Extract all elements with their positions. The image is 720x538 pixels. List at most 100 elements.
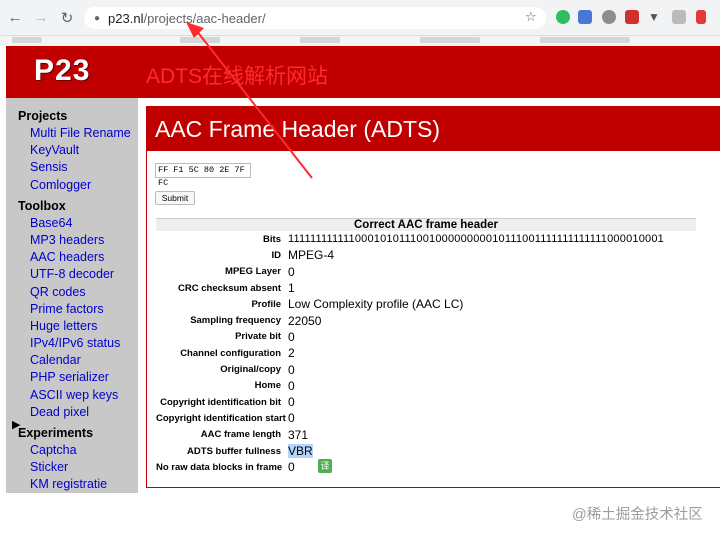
sidebar-item-comlogger[interactable]: Comlogger: [6, 177, 138, 194]
sidebar-heading-projects: Projects: [18, 109, 68, 123]
row-label: Profile: [251, 298, 281, 310]
sidebar-item-multi-file-rename[interactable]: Multi File Rename: [6, 125, 138, 142]
row-value: 371: [288, 427, 309, 442]
bookmark-item[interactable]: [300, 37, 340, 43]
row-value: VBR: [288, 444, 313, 458]
table-row-original-copy: Original/copy 0: [156, 361, 696, 377]
annotation-text: ADTS在线解析网站: [146, 65, 329, 88]
row-label: Original/copy: [220, 364, 281, 376]
title-bar: AAC Frame Header (ADTS): [147, 107, 720, 151]
bookmark-item[interactable]: [540, 37, 630, 43]
bookmarks-bar: [0, 36, 720, 46]
sidebar-item-ascii-wep-keys[interactable]: ASCII wep keys: [6, 387, 138, 404]
fe-extension-icon[interactable]: [625, 10, 639, 24]
lock-icon: ●: [94, 12, 101, 24]
row-value: 1: [288, 281, 295, 296]
page-title: AAC Frame Header (ADTS): [155, 116, 441, 142]
table-row-bits: Bits 111111111111000101011100100000000010…: [156, 231, 696, 247]
site-header: P23: [6, 46, 720, 98]
row-value: 22050: [288, 313, 322, 328]
url-path: /projects/aac-header/: [143, 10, 266, 26]
table-row-home: Home 0: [156, 378, 696, 394]
translate-extension-icon[interactable]: [578, 10, 592, 24]
site-logo[interactable]: P23: [34, 54, 90, 88]
row-label: MPEG Layer: [225, 266, 281, 278]
bookmark-item[interactable]: [180, 37, 220, 43]
table-row-private-bit: Private bit 0: [156, 329, 696, 345]
sidebar-item-aac-headers[interactable]: AAC headers: [6, 249, 138, 266]
bookmark-item[interactable]: [12, 37, 42, 43]
watermark: @稀土掘金技术社区: [572, 507, 703, 523]
table-row-copyright-id-bit: Copyright identification bit 0: [156, 394, 696, 410]
sidebar-item-utf8-decoder[interactable]: UTF-8 decoder: [6, 266, 138, 283]
sidebar-item-qr-codes[interactable]: QR codes: [6, 284, 138, 301]
sidebar: Projects Multi File Rename KeyVault Sens…: [6, 98, 138, 493]
sidebar-item-php-serializer[interactable]: PHP serializer: [6, 369, 138, 386]
submit-button[interactable]: Submit: [155, 191, 195, 205]
main-content: AAC Frame Header (ADTS) FF F1 5C 80 2E 7…: [146, 106, 720, 488]
table-row-adts-buffer-fullness: ADTS buffer fullness VBR: [156, 443, 696, 459]
sidebar-heading-toolbox: Toolbox: [18, 198, 66, 213]
row-label: ID: [271, 249, 282, 261]
row-label: ADTS buffer fullness: [187, 445, 281, 457]
row-value: MPEG-4: [288, 248, 335, 263]
sidebar-item-prime-factors[interactable]: Prime factors: [6, 301, 138, 318]
sidebar-item-ipv4-ipv6-status[interactable]: IPv4/IPv6 status: [6, 335, 138, 352]
row-label: CRC checksum absent: [178, 282, 281, 294]
sidebar-item-sticker[interactable]: Sticker: [6, 459, 138, 476]
sidebar-item-keyvault[interactable]: KeyVault: [6, 142, 138, 159]
sidebar-item-km-registratie[interactable]: KM registratie: [6, 476, 138, 493]
row-label: Bits: [263, 233, 281, 245]
row-value: 0: [288, 378, 295, 393]
evernote-extension-icon[interactable]: [556, 10, 570, 24]
row-label: Sampling frequency: [190, 315, 281, 327]
sidebar-item-sensis[interactable]: Sensis: [6, 159, 138, 176]
row-label: AAC frame length: [200, 429, 281, 441]
row-value: Low Complexity profile (AAC LC): [288, 297, 464, 312]
row-value: 0: [288, 395, 295, 410]
table-row-id: ID MPEG-4: [156, 247, 696, 263]
table-row-sampling-frequency: Sampling frequency 22050: [156, 312, 696, 328]
table-row-crc: CRC checksum absent 1: [156, 280, 696, 296]
filter-extension-icon[interactable]: [672, 10, 686, 24]
row-value: 0: [288, 329, 295, 344]
table-row-channel-configuration: Channel configuration 2: [156, 345, 696, 361]
row-value: 0: [288, 411, 295, 426]
user-extension-icon[interactable]: [602, 10, 616, 24]
sidebar-item-huge-letters[interactable]: Huge letters: [6, 318, 138, 335]
translate-badge-icon[interactable]: 译: [318, 459, 332, 473]
hex-input-field[interactable]: FF F1 5C 80 2E 7F FC: [155, 163, 251, 188]
page-extension-icon[interactable]: [696, 10, 706, 24]
back-icon[interactable]: ←: [4, 7, 26, 29]
table-row-mpeg-layer: MPEG Layer 0: [156, 264, 696, 280]
row-value: 1111111111110001010111001000000000101110…: [288, 233, 664, 246]
row-value: 2: [288, 346, 295, 361]
row-label: No raw data blocks in frame: [156, 461, 283, 473]
mouse-cursor-icon: ▶: [12, 419, 21, 431]
reload-icon[interactable]: ↻: [56, 7, 78, 29]
row-label: Copyright identification bit: [160, 396, 281, 408]
address-bar[interactable]: ● p23.nl/projects/aac-header/: [84, 7, 546, 29]
sidebar-item-mp3-headers[interactable]: MP3 headers: [6, 232, 138, 249]
table-header: Correct AAC frame header: [156, 218, 696, 231]
sidebar-item-captcha[interactable]: Captcha: [6, 442, 138, 459]
sidebar-item-dead-pixel[interactable]: Dead pixel: [6, 404, 138, 421]
row-label: Copyright identification start: [156, 412, 286, 424]
forward-icon[interactable]: →: [30, 7, 52, 29]
bookmark-item[interactable]: [420, 37, 480, 43]
table-row-aac-frame-length: AAC frame length 371: [156, 427, 696, 443]
header-table: Correct AAC frame header Bits 11111111111…: [156, 218, 696, 475]
bookmark-star-icon[interactable]: ☆: [525, 9, 537, 25]
url-host: p23.nl: [108, 10, 144, 26]
table-row-profile: Profile Low Complexity profile (AAC LC): [156, 296, 696, 312]
table-row-copyright-id-start: Copyright identification start 0: [156, 410, 696, 426]
row-value: 0: [288, 264, 295, 279]
row-value: 0: [288, 460, 295, 475]
sidebar-heading-experiments: Experiments: [18, 426, 94, 440]
row-label: Private bit: [235, 331, 281, 343]
row-value: 0: [288, 362, 295, 377]
vue-extension-icon[interactable]: ▼: [648, 10, 662, 24]
sidebar-item-calendar[interactable]: Calendar: [6, 352, 138, 369]
row-label: Home: [254, 380, 281, 392]
sidebar-item-base64[interactable]: Base64: [6, 215, 138, 232]
